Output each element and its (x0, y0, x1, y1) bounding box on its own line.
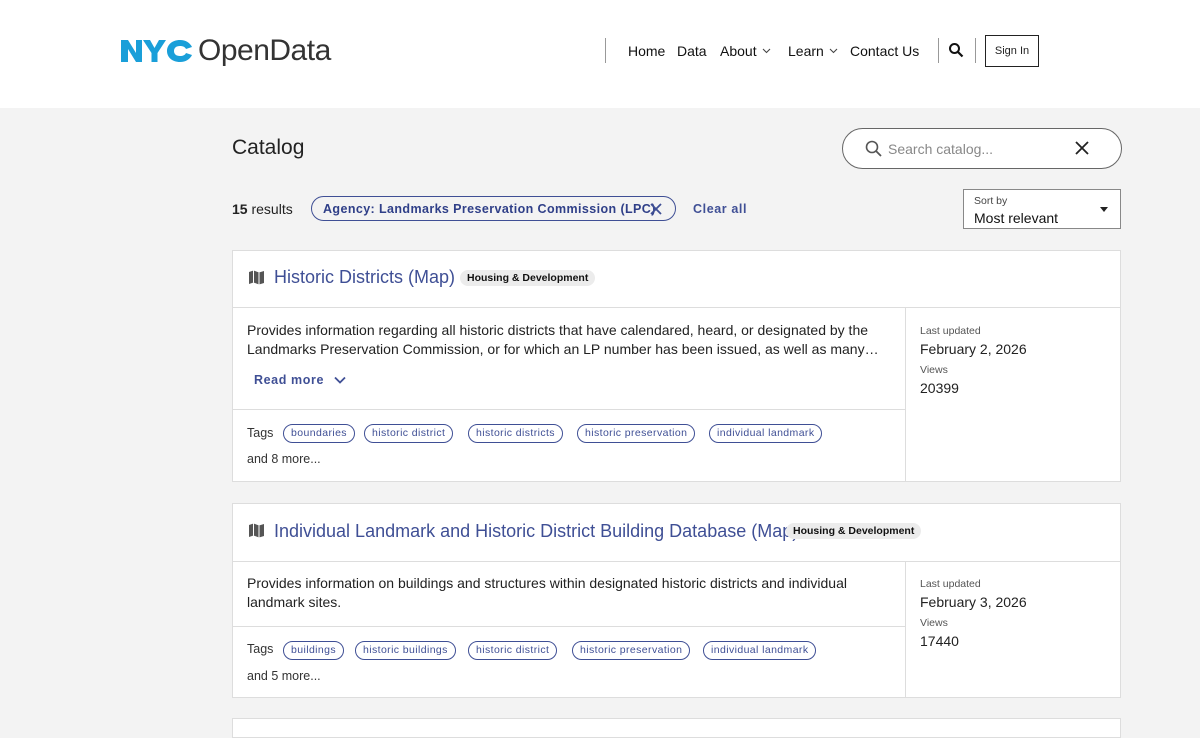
sort-by-value: Most relevant (974, 210, 1059, 226)
nav-data[interactable]: Data (677, 43, 707, 59)
tag[interactable]: historic preservation (577, 424, 696, 443)
agency-filter-chip[interactable]: Agency: Landmarks Preservation Commissio… (311, 196, 676, 221)
nyc-logo-icon (121, 40, 192, 62)
nav-about[interactable]: About (720, 43, 771, 59)
tag[interactable]: historic district (468, 641, 558, 660)
main-nav: Home (628, 43, 665, 59)
last-updated-label: Last updated (920, 578, 981, 590)
map-icon (249, 523, 264, 538)
dataset-title[interactable]: Historic Districts (Map) (274, 267, 455, 288)
category-badge: Housing & Development (786, 523, 922, 539)
more-tags-text: and 5 more... (247, 669, 321, 683)
views-label: Views (920, 617, 948, 629)
dataset-title[interactable]: Individual Landmark and Historic Distric… (274, 521, 798, 542)
category-badge: Housing & Development (460, 270, 596, 286)
page-title: Catalog (232, 136, 305, 159)
divider (233, 626, 906, 627)
last-updated-value: February 3, 2026 (920, 594, 1027, 610)
nav-contact-us[interactable]: Contact Us (850, 43, 919, 59)
main-nav-learn: Learn (788, 43, 838, 59)
search-icon[interactable] (948, 42, 964, 58)
dataset-card (232, 718, 1121, 738)
last-updated-value: February 2, 2026 (920, 341, 1027, 357)
nav-divider (605, 38, 606, 63)
nav-divider (938, 38, 939, 63)
chevron-down-icon (829, 48, 838, 54)
divider (233, 409, 906, 410)
site-header: OpenData Home Data About Learn Contact U… (0, 0, 1200, 108)
dataset-card-body: Provides information regarding all histo… (233, 308, 906, 482)
nav-about-label: About (720, 43, 757, 59)
dataset-description: Provides information on buildings and st… (247, 575, 847, 610)
dataset-description: Provides information regarding all histo… (247, 322, 879, 357)
last-updated-label: Last updated (920, 325, 981, 337)
dataset-card: Individual Landmark and Historic Distric… (232, 503, 1121, 698)
close-icon[interactable] (650, 203, 662, 215)
sign-in-button[interactable]: Sign In (985, 35, 1039, 67)
views-value: 20399 (920, 380, 959, 396)
tags-label: Tags (247, 426, 274, 440)
read-more-button[interactable]: Read more (254, 373, 346, 387)
tag[interactable]: historic preservation (572, 641, 691, 660)
map-icon (249, 270, 264, 285)
sort-by-select[interactable]: Sort by Most relevant (963, 189, 1121, 229)
tag[interactable]: individual landmark (703, 641, 817, 660)
clear-search-icon[interactable] (1075, 141, 1089, 155)
views-label: Views (920, 364, 948, 376)
search-input[interactable] (886, 138, 1070, 160)
caret-down-icon (1100, 207, 1108, 212)
filter-chip-label: Agency: Landmarks Preservation Commissio… (323, 201, 656, 216)
main-nav-data: Data (677, 43, 707, 59)
read-more-label: Read more (254, 373, 325, 387)
catalog-search (842, 128, 1122, 169)
main-nav-contact: Contact Us (850, 43, 919, 59)
views-value: 17440 (920, 633, 959, 649)
tag[interactable]: individual landmark (709, 424, 823, 443)
main-nav-about: About (720, 43, 771, 59)
tag[interactable]: historic buildings (355, 641, 456, 660)
nyc-opendata-logo[interactable]: OpenData (121, 34, 331, 68)
dataset-card-header: Individual Landmark and Historic Distric… (233, 504, 1120, 562)
results-number: 15 (232, 201, 248, 217)
dataset-card-body: Provides information on buildings and st… (233, 562, 906, 698)
nav-learn[interactable]: Learn (788, 43, 838, 59)
nav-learn-label: Learn (788, 43, 824, 59)
chevron-down-icon (762, 48, 770, 54)
tags-label: Tags (247, 642, 274, 656)
dataset-card-header: Historic Districts (Map) Housing & Devel… (233, 251, 1120, 308)
sort-by-label: Sort by (974, 195, 1008, 207)
dataset-card: Historic Districts (Map) Housing & Devel… (232, 250, 1121, 482)
nav-divider (975, 38, 976, 63)
clear-all-link[interactable]: Clear all (693, 202, 747, 216)
logo-text: OpenData (198, 34, 331, 67)
search-icon (865, 140, 882, 157)
results-count: 15 results (232, 201, 293, 217)
nav-home[interactable]: Home (628, 43, 665, 59)
more-tags-text: and 8 more... (247, 452, 321, 466)
results-suffix: results (251, 201, 293, 217)
tag[interactable]: historic district (364, 424, 454, 443)
tag[interactable]: boundaries (283, 424, 355, 443)
tag[interactable]: buildings (283, 641, 345, 660)
tag[interactable]: historic districts (468, 424, 563, 443)
chevron-down-icon (334, 376, 346, 384)
